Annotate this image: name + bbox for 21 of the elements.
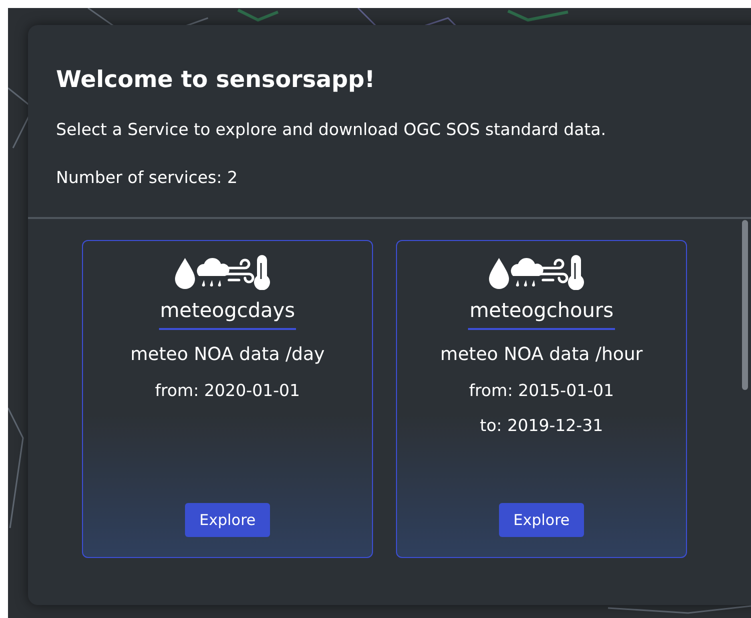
intro-text: Select a Service to explore and download OGC SOS standard data. [56, 119, 608, 141]
drop-icon [174, 258, 194, 289]
explore-button[interactable]: Explore [499, 503, 584, 537]
explore-button[interactable]: Explore [185, 503, 270, 537]
service-description: meteo NOA data /hour [440, 344, 643, 365]
rain-cloud-icon [510, 258, 543, 286]
service-name: meteogchours [468, 298, 615, 330]
service-name: meteogcdays [158, 298, 296, 330]
service-description: meteo NOA data /day [130, 344, 325, 365]
service-count: Number of services: 2 [56, 167, 239, 189]
thermometer-icon [254, 255, 270, 290]
scrollbar[interactable] [742, 220, 748, 390]
date-range-text: from: 2020-01-01 [154, 381, 300, 400]
rain-cloud-icon [196, 258, 229, 286]
drop-icon [488, 258, 508, 289]
dialog-title: Welcome to sensorsapp! [56, 66, 376, 95]
thermometer-icon [568, 255, 584, 290]
wind-icon [539, 258, 568, 284]
date-range-text: to: 2019-12-31 [480, 416, 604, 435]
wind-icon [225, 258, 254, 284]
date-range-text: from: 2015-01-01 [468, 381, 614, 400]
